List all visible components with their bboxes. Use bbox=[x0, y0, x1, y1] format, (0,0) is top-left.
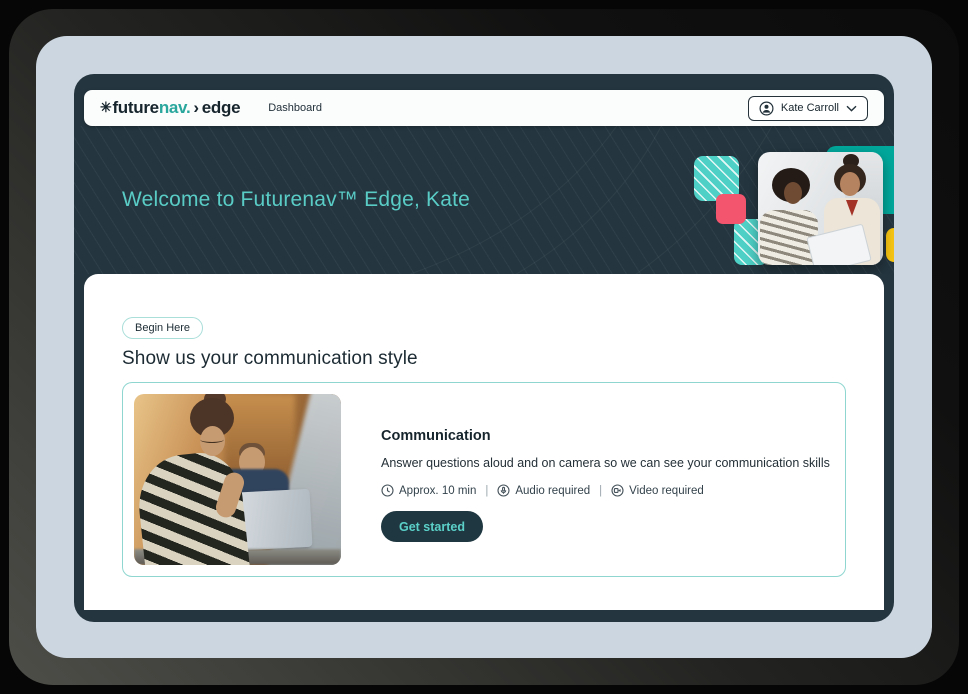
hero-photo bbox=[758, 152, 883, 265]
get-started-button[interactable]: Get started bbox=[381, 511, 483, 542]
meta-duration: Approx. 10 min bbox=[381, 484, 476, 497]
section-heading-communication: Show us your communication style bbox=[122, 347, 846, 371]
card-meta: Approx. 10 min | bbox=[381, 484, 830, 497]
user-name: Kate Carroll bbox=[781, 102, 839, 114]
chevron-down-icon bbox=[846, 105, 857, 112]
decor-tile-yellow bbox=[886, 228, 894, 262]
clock-icon bbox=[381, 484, 394, 497]
meta-divider: | bbox=[485, 485, 488, 497]
communication-card: Communication Answer questions aloud and… bbox=[122, 382, 846, 577]
hero-collage bbox=[74, 126, 894, 274]
logo-chevron-icon: › bbox=[193, 98, 198, 118]
user-avatar-icon bbox=[759, 101, 774, 116]
logo-future: future bbox=[112, 98, 158, 118]
device-bezel: ✳futurenav.›edge Dashboard Kate Carroll bbox=[36, 36, 932, 658]
card-photo bbox=[134, 394, 341, 565]
content-panel: Begin Here Show us your communication st… bbox=[84, 274, 884, 610]
hero-banner: Welcome to Futurenav™ Edge, Kate bbox=[74, 126, 894, 274]
logo-nav: nav. bbox=[159, 98, 191, 118]
top-navbar: ✳futurenav.›edge Dashboard Kate Carroll bbox=[84, 90, 884, 126]
decor-tile-pink bbox=[716, 194, 746, 224]
brand-logo[interactable]: ✳futurenav.›edge bbox=[100, 98, 240, 118]
meta-video: Video required bbox=[611, 484, 704, 497]
begin-here-badge: Begin Here bbox=[122, 317, 203, 339]
meta-audio: Audio required bbox=[497, 484, 590, 497]
device-frame: ✳futurenav.›edge Dashboard Kate Carroll bbox=[9, 9, 959, 685]
card-body: Communication Answer questions aloud and… bbox=[341, 394, 830, 565]
card-title: Communication bbox=[381, 428, 830, 444]
mic-icon bbox=[497, 484, 510, 497]
nav-link-dashboard[interactable]: Dashboard bbox=[268, 102, 322, 114]
app-screen: ✳futurenav.›edge Dashboard Kate Carroll bbox=[74, 74, 894, 622]
logo-asterisk-icon: ✳ bbox=[100, 99, 111, 116]
card-description: Answer questions aloud and on camera so … bbox=[381, 456, 830, 470]
video-icon bbox=[611, 484, 624, 497]
user-menu-dropdown[interactable]: Kate Carroll bbox=[748, 96, 868, 121]
meta-divider: | bbox=[599, 485, 602, 497]
logo-edge: edge bbox=[202, 98, 240, 118]
